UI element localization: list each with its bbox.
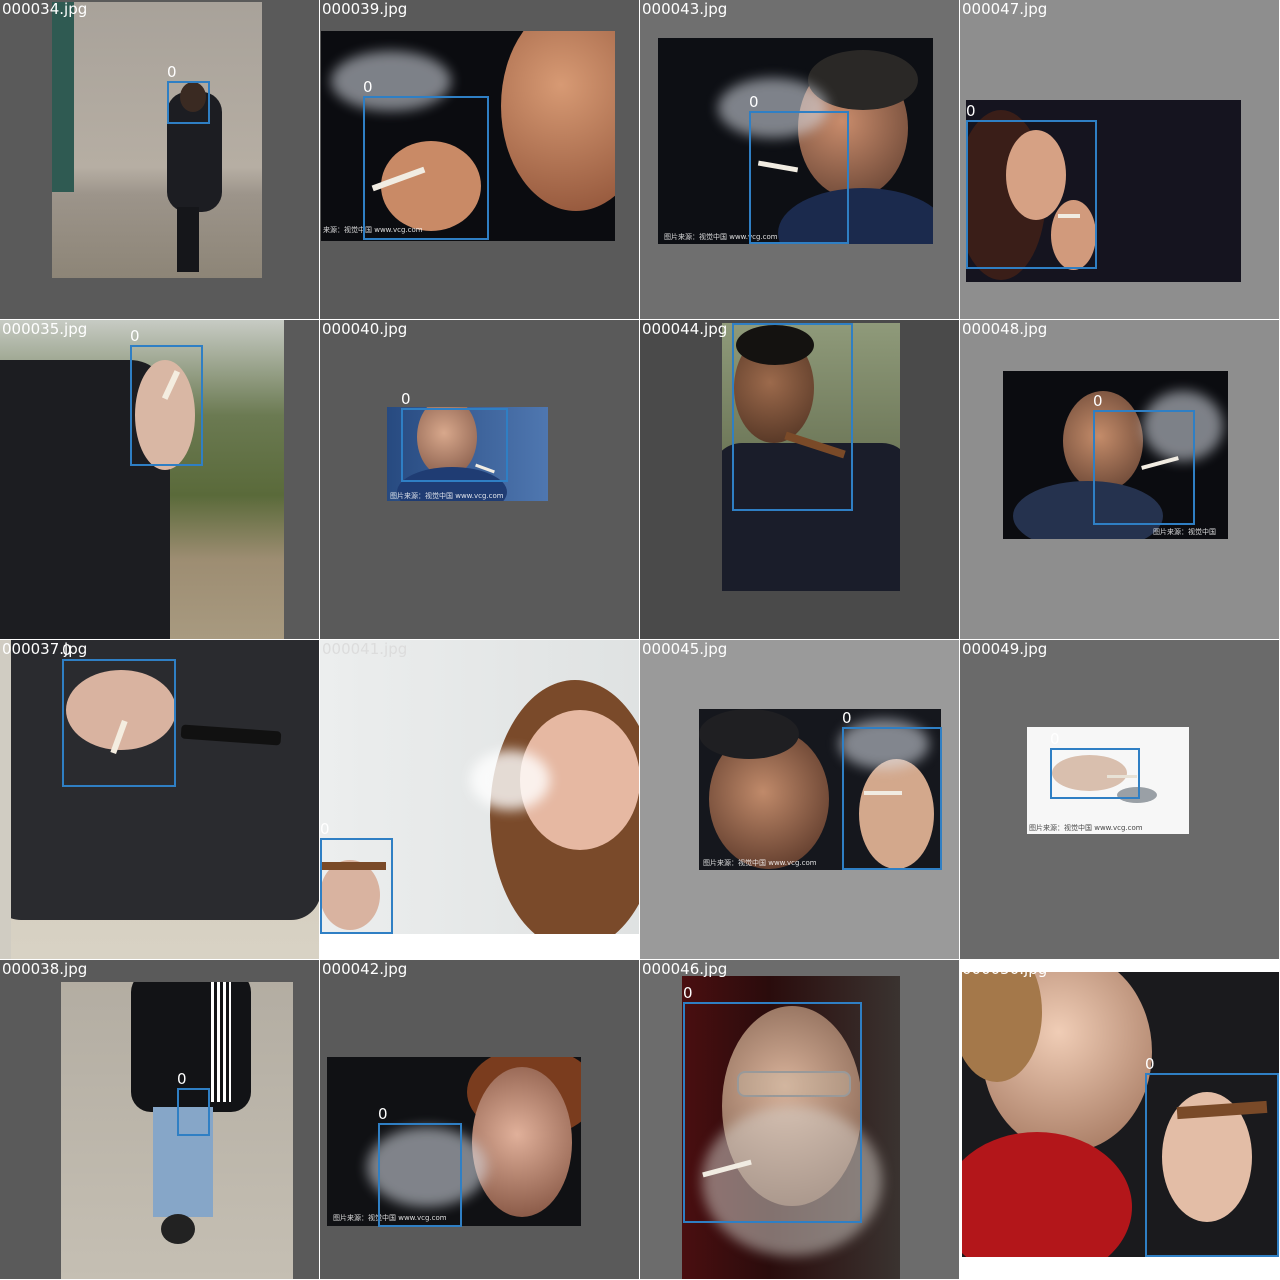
tile[interactable]: 来源：视觉中国 www.vcg.com 0 000039.jpg: [320, 0, 639, 319]
face: [501, 31, 615, 211]
image-grid: 0 000034.jpg 来源：视觉中国 www.vcg.com 0 00003…: [0, 0, 1280, 1280]
tile[interactable]: 0 000044.jpg: [640, 320, 959, 639]
box-label: 0: [749, 93, 759, 111]
face: [472, 1067, 572, 1217]
filename-label: 000046.jpg: [642, 960, 728, 978]
filename-label: 000047.jpg: [962, 0, 1048, 18]
box-label: 0: [130, 327, 140, 345]
detection-box: 0: [966, 102, 1097, 269]
detection-box: 0: [130, 327, 203, 466]
filename-label: 000042.jpg: [322, 960, 408, 978]
detection-box: 0: [1093, 392, 1195, 525]
tile[interactable]: 0 000035.jpg: [0, 320, 319, 639]
tile[interactable]: 0 000047.jpg: [960, 0, 1279, 319]
detection-box: 0: [732, 320, 853, 511]
detection-box: 0: [167, 63, 210, 124]
detection-box: 0: [378, 1105, 462, 1227]
watermark: 图片来源：视觉中国 www.vcg.com: [703, 859, 817, 867]
detection-box: 0: [363, 78, 489, 240]
photo: [52, 2, 262, 278]
detection-box: 0: [1050, 730, 1140, 799]
detection-box: 0: [177, 1070, 210, 1136]
tile[interactable]: 图片来源：视觉中国 0 000048.jpg: [960, 320, 1279, 639]
shoe: [161, 1214, 195, 1244]
box-label: 0: [1093, 392, 1103, 410]
box-label: 0: [1050, 730, 1060, 748]
detection-box: 0: [62, 641, 176, 787]
watermark: 图片来源：视觉中国 www.vcg.com: [390, 492, 504, 500]
tile[interactable]: 图片来源：视觉中国 www.vcg.com 0 000045.jpg: [640, 640, 959, 959]
hat: [699, 709, 799, 759]
box-label: 0: [378, 1105, 388, 1123]
tile[interactable]: 0 000038.jpg: [0, 960, 319, 1279]
filename-label: 000045.jpg: [642, 640, 728, 658]
box-label: 0: [732, 320, 742, 323]
box-label: 0: [320, 820, 330, 838]
tile[interactable]: 0 000050.jpg: [960, 960, 1279, 1279]
filename-label: 000041.jpg: [322, 640, 408, 658]
tile[interactable]: 0 000034.jpg: [0, 0, 319, 319]
filename-label: 000048.jpg: [962, 320, 1048, 338]
filename-label: 000034.jpg: [2, 0, 88, 18]
filename-label: 000040.jpg: [322, 320, 408, 338]
red-dress: [962, 1132, 1132, 1257]
detection-box: 0: [749, 93, 849, 244]
box-label: 0: [177, 1070, 187, 1088]
watermark: 图片来源：视觉中国 www.vcg.com: [1029, 824, 1143, 832]
box-label: 0: [401, 390, 411, 408]
smoke: [470, 750, 550, 810]
tile[interactable]: 图片来源：视觉中国 www.vcg.com 0 000043.jpg: [640, 0, 959, 319]
filename-label: 000043.jpg: [642, 0, 728, 18]
detection-box: 0: [401, 390, 508, 482]
tile[interactable]: 0 000037.jpg: [0, 640, 319, 959]
tile[interactable]: 图片来源：视觉中国 www.vcg.com 0 000040.jpg: [320, 320, 639, 639]
box-label: 0: [966, 102, 976, 120]
filename-label: 000044.jpg: [642, 320, 728, 338]
detection-box: 0: [320, 820, 393, 934]
detection-box: 0: [842, 709, 942, 870]
filename-label: 000035.jpg: [2, 320, 88, 338]
filename-label: 000049.jpg: [962, 640, 1048, 658]
tile[interactable]: 图片来源：视觉中国 www.vcg.com 0 000042.jpg: [320, 960, 639, 1279]
box-label: 0: [842, 709, 852, 727]
watermark: 图片来源：视觉中国: [1153, 528, 1216, 536]
legs: [177, 207, 199, 272]
filename-label: 000050.jpg: [962, 960, 1048, 978]
wall-edge: [52, 2, 74, 192]
box-label: 0: [683, 984, 693, 1002]
filename-label: 000038.jpg: [2, 960, 88, 978]
filename-label: 000037.jpg: [2, 640, 88, 658]
box-label: 0: [363, 78, 373, 96]
jacket-stripes: [211, 982, 231, 1102]
box-label: 0: [167, 63, 177, 81]
tile[interactable]: 图片来源：视觉中国 www.vcg.com 0 000049.jpg: [960, 640, 1279, 959]
box-label: 0: [1145, 1055, 1155, 1073]
tile[interactable]: 0 000041.jpg: [320, 640, 639, 959]
detection-box: 0: [683, 984, 862, 1223]
tile[interactable]: 0 000046.jpg: [640, 960, 959, 1279]
filename-label: 000039.jpg: [322, 0, 408, 18]
detection-box: 0: [1145, 1055, 1279, 1257]
